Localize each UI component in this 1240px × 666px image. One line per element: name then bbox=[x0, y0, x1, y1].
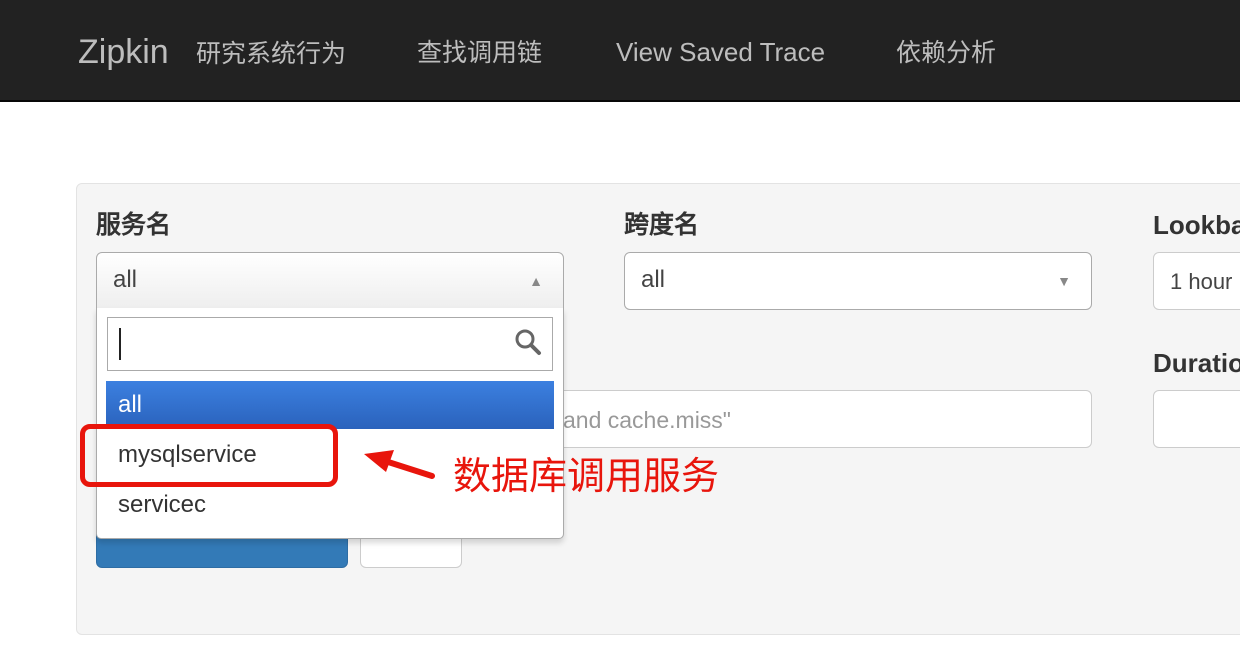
search-icon bbox=[515, 329, 541, 355]
chevron-up-icon: ▲ bbox=[529, 273, 543, 289]
lookback-value: 1 hour bbox=[1170, 269, 1233, 294]
red-arrow-icon bbox=[364, 450, 435, 479]
nav-find-trace[interactable]: 查找调用链 bbox=[417, 37, 542, 69]
nav-view-saved-trace[interactable]: View Saved Trace bbox=[616, 36, 825, 68]
lookback-select[interactable]: 1 hour bbox=[1153, 252, 1240, 310]
annotation-text: 数据库调用服务 bbox=[453, 454, 720, 498]
chevron-down-icon: ▼ bbox=[1057, 273, 1071, 289]
service-option-all[interactable]: all bbox=[106, 381, 554, 429]
lookback-label: Lookba bbox=[1153, 210, 1240, 240]
span-name-value: all bbox=[641, 266, 666, 293]
annotations-query-placeholder: and cache.miss" bbox=[563, 407, 731, 433]
duration-label: Duratio bbox=[1153, 348, 1240, 378]
top-navbar: Zipkin 研究系统行为 查找调用链 View Saved Trace 依赖分… bbox=[0, 0, 1240, 102]
service-name-select[interactable]: all ▲ bbox=[96, 252, 564, 310]
span-name-label: 跨度名 bbox=[624, 210, 700, 239]
duration-input[interactable] bbox=[1153, 390, 1240, 448]
highlight-box bbox=[80, 424, 338, 487]
span-name-select[interactable]: all ▼ bbox=[624, 252, 1092, 310]
annotations-query-input[interactable]: and cache.miss" bbox=[500, 390, 1092, 448]
dropdown-search-input[interactable] bbox=[107, 317, 553, 371]
service-name-value: all bbox=[113, 266, 138, 293]
text-caret bbox=[119, 328, 121, 360]
brand-subtitle: 研究系统行为 bbox=[196, 39, 347, 68]
nav-dependencies[interactable]: 依赖分析 bbox=[896, 37, 996, 69]
brand-logo[interactable]: Zipkin bbox=[78, 32, 169, 72]
service-name-label: 服务名 bbox=[96, 210, 172, 239]
